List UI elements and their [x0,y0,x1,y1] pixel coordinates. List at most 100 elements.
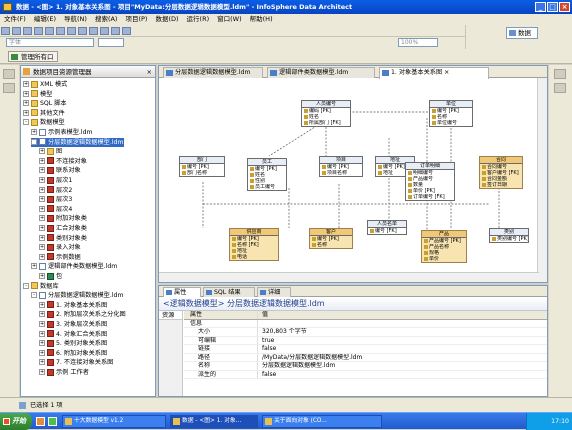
expand-toggle-icon[interactable]: - [31,292,37,299]
tree-node[interactable]: +2. 附加层次关系之分化图 [39,310,126,319]
tree-node[interactable]: + 层次2 [39,186,72,195]
expand-toggle-icon[interactable]: + [39,225,45,231]
menu-item[interactable]: 数据(D) [155,14,178,25]
expand-toggle-icon[interactable]: + [39,205,45,212]
close-view-icon[interactable]: × [147,66,152,77]
editor-tab[interactable]: 分层数据逻辑数据模型.ldm [163,67,263,78]
expand-toggle-icon[interactable]: + [23,109,29,116]
entity-box[interactable]: 项目 编号 [PK] 项目名称 [319,156,363,177]
tree-node[interactable]: + 录入对象 [39,243,81,252]
entity-box[interactable]: 人员名单 编号 [FK] [367,220,407,235]
expand-toggle-icon[interactable]: + [23,81,29,87]
expand-toggle-icon[interactable]: + [39,186,45,193]
tree-node[interactable]: + 示例数据 [39,253,81,262]
close-button[interactable]: × [559,2,570,12]
taskbar-window-button[interactable]: 十大数据模型 v1.2 [62,415,166,428]
expand-toggle-icon[interactable]: + [39,244,45,251]
forward-icon[interactable] [78,27,87,35]
entity-box[interactable]: 产品 产品编号 [PK] 产品名称 规格 单价 [421,230,467,263]
expand-toggle-icon[interactable]: + [39,349,45,356]
run-icon[interactable] [34,27,43,35]
expand-toggle-icon[interactable]: + [39,311,45,318]
expand-toggle-icon[interactable]: + [39,330,45,337]
tree-node[interactable]: - 数据模型 [23,118,65,127]
menu-item[interactable]: 帮助(H) [250,14,273,25]
maximize-button[interactable]: □ [547,2,558,12]
tree-node[interactable]: +5. 类别对象关系图 [39,339,107,348]
expand-toggle-icon[interactable]: + [39,369,45,375]
minimize-button[interactable]: _ [535,2,546,12]
tree-node[interactable]: +7. 不连接对象关系图 [39,358,113,367]
tree-node[interactable]: + 包 [39,272,62,281]
tree-node[interactable]: + 层次4 [39,205,72,214]
outline-icon[interactable] [554,69,566,79]
menu-item[interactable]: 文件(F) [4,14,26,25]
property-row[interactable]: 链接 false [184,345,547,354]
tree-node[interactable]: + 其他文件 [23,109,65,118]
expand-toggle-icon[interactable]: + [31,129,37,135]
undo-icon[interactable] [89,27,98,35]
property-row[interactable]: 路径/MyData/分层数据逻辑数据模型.ldm [184,353,547,362]
close-tab-icon[interactable]: × [442,69,449,76]
taskbar-window-button[interactable]: 关于面向对象 (CO... [262,415,382,428]
save-icon[interactable] [12,27,21,35]
print-icon[interactable] [23,27,32,35]
back-icon[interactable] [67,27,76,35]
expand-toggle-icon[interactable]: + [39,359,45,366]
search-icon[interactable] [56,27,65,35]
properties-group[interactable]: 信息 [184,319,547,328]
expand-toggle-icon[interactable]: - [23,119,29,126]
expand-toggle-icon[interactable]: + [39,167,45,174]
redo-icon[interactable] [100,27,109,35]
entity-box[interactable]: 员工 编号 [PK] 姓名 性别 员工编号 [247,158,287,191]
property-row[interactable]: 名称 分层数据逻辑数据模型.ldm [184,362,547,371]
manage-button[interactable]: 管理所有口 [8,51,58,62]
properties-tab[interactable]: SQL 结果 [203,287,255,297]
perspective-data-button[interactable]: 数据 [506,27,538,39]
entity-box[interactable]: 类别 类别编号 [PK] [489,228,529,243]
expand-toggle-icon[interactable]: + [23,100,29,107]
property-row[interactable]: 可编辑 true [184,336,547,345]
expand-toggle-icon[interactable]: + [23,90,29,97]
start-button[interactable]: 开始 [0,413,32,430]
expand-toggle-icon[interactable]: + [39,301,45,308]
editor-tab[interactable]: 逻辑部件类数据模型.ldm [267,67,375,78]
tree-node[interactable]: + 逻辑部件类数据模型.ldm [31,262,117,271]
menu-item[interactable]: 导航(N) [64,14,87,25]
menu-item[interactable]: 搜索(A) [95,14,118,25]
expand-toggle-icon[interactable]: + [31,263,37,270]
taskbar-window-button[interactable]: 数据 - <图> 1. 对象... [170,415,258,428]
expand-toggle-icon[interactable]: - [31,138,37,145]
debug-icon[interactable] [45,27,54,35]
tree-node[interactable]: +3. 对象层次关系图 [39,320,107,329]
quicklaunch-browser-icon[interactable] [36,417,45,426]
tree-node[interactable]: + 层次3 [39,195,72,204]
tree-node[interactable]: - 分层数据逻辑数据模型.ldm [31,137,124,147]
expand-toggle-icon[interactable]: + [39,215,45,222]
palette-icon[interactable] [554,83,566,93]
menu-item[interactable]: 编辑(E) [34,14,56,25]
font-combo[interactable]: 字体 [6,38,94,47]
tree-node[interactable]: - 数据库 [23,282,59,291]
expand-toggle-icon[interactable]: + [39,234,45,241]
expand-toggle-icon[interactable]: + [39,157,45,164]
tree-node[interactable]: + 示例 工作者 [39,368,89,377]
tree-node[interactable]: + 附加对象类 [39,214,87,223]
expand-toggle-icon[interactable]: + [39,177,45,183]
expand-toggle-icon[interactable]: + [39,340,45,347]
tree-node[interactable]: + 模型 [23,90,52,99]
tree-node[interactable]: + SQL 脚本 [23,99,67,108]
tree-node[interactable]: + 示例表模型.ldm [31,128,93,137]
menu-item[interactable]: 运行(R) [187,14,210,25]
entity-box[interactable]: 订单明细 明细编号 产品编号 数量 单价 [PK] 订单编号 [FK] [405,162,455,201]
entity-box[interactable]: 人员编号 编码 [PK] 姓名 所属部门 [FK] [301,100,351,127]
tree-node[interactable]: + 汇合对象类 [39,224,87,233]
expand-toggle-icon[interactable]: + [39,321,45,327]
expand-toggle-icon[interactable]: + [39,196,45,203]
tree-node[interactable]: +4. 对象汇合关系图 [39,330,107,339]
entity-box[interactable]: 合同 合同编号 客户编号 [FK] 合同金额 签订日期 [479,156,523,189]
entity-box[interactable]: 部门 编号 [PK] 部门名称 [179,156,225,177]
tree-node[interactable]: + 联系对象 [39,166,81,175]
size-combo[interactable] [98,38,124,47]
zoom-in-icon[interactable] [111,27,120,35]
